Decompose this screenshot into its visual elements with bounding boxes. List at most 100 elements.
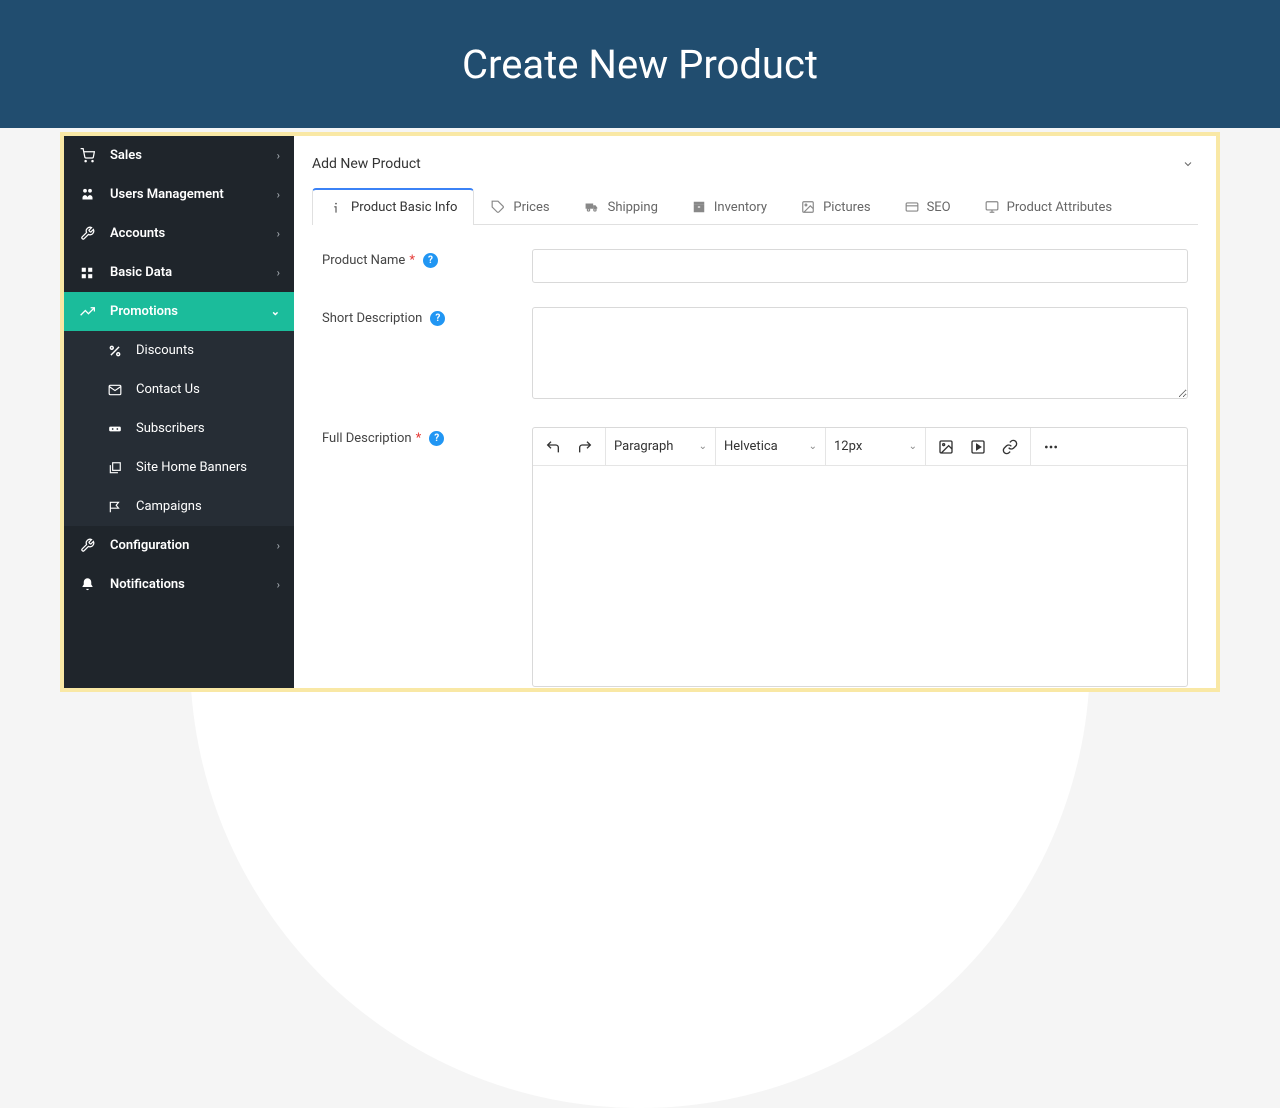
- product-name-input[interactable]: [532, 249, 1188, 283]
- sidebar-item-label: Users Management: [110, 187, 224, 202]
- sidebar-item-label: Sales: [110, 148, 142, 163]
- dots-icon: [106, 422, 124, 436]
- sidebar-item-promotions[interactable]: Promotions ⌄: [64, 292, 294, 331]
- canvas: Sales › Users Management › Accounts ›: [0, 128, 1280, 720]
- sidebar-item-basic-data[interactable]: Basic Data ›: [64, 253, 294, 292]
- slide-title: Create New Product: [462, 41, 818, 88]
- sidebar: Sales › Users Management › Accounts ›: [64, 136, 294, 688]
- short-description-input[interactable]: [532, 307, 1188, 399]
- chevron-right-icon: ›: [277, 227, 280, 240]
- collapse-toggle[interactable]: [1178, 154, 1198, 174]
- sidebar-item-label: Basic Data: [110, 265, 172, 280]
- font-size-select[interactable]: 12px ⌄: [826, 428, 926, 465]
- select-value: Paragraph: [614, 439, 673, 454]
- tabs: Product Basic Info Prices Shipping: [312, 188, 1198, 225]
- image-icon: [801, 200, 815, 214]
- wrench-icon: [78, 538, 96, 553]
- sidebar-item-campaigns[interactable]: Campaigns: [64, 487, 294, 526]
- chevron-down-icon: ⌄: [809, 441, 817, 452]
- rich-text-editor: Paragraph ⌄ Helvetica ⌄ 12px ⌄: [532, 427, 1188, 687]
- chevron-down-icon: ⌄: [271, 305, 280, 318]
- sidebar-item-label: Accounts: [110, 226, 165, 241]
- mail-icon: [106, 383, 124, 397]
- tab-label: Product Basic Info: [351, 200, 457, 215]
- chevron-right-icon: ›: [277, 188, 280, 201]
- label-short-description: Short Description ?: [322, 307, 532, 403]
- select-value: 12px: [834, 439, 862, 454]
- truck-icon: [584, 200, 600, 214]
- label-product-name: Product Name * ?: [322, 249, 532, 283]
- field-product-name: Product Name * ?: [322, 249, 1188, 283]
- tab-label: SEO: [927, 200, 951, 215]
- label-text: Short Description: [322, 311, 422, 326]
- form-body: Product Name * ? Short Description ?: [312, 225, 1198, 688]
- flag-icon: [106, 500, 124, 514]
- label-full-description: Full Description * ?: [322, 427, 532, 687]
- sidebar-item-label: Discounts: [136, 343, 194, 358]
- sidebar-item-label: Site Home Banners: [136, 460, 247, 475]
- rte-toolbar: Paragraph ⌄ Helvetica ⌄ 12px ⌄: [533, 428, 1187, 466]
- block-format-select[interactable]: Paragraph ⌄: [606, 428, 716, 465]
- grid-icon: [78, 266, 96, 280]
- panel-header: Add New Product: [312, 154, 1198, 174]
- chevron-down-icon: ⌄: [699, 441, 707, 452]
- monitor-icon: [985, 200, 999, 214]
- sidebar-item-label: Campaigns: [136, 499, 202, 514]
- select-value: Helvetica: [724, 439, 778, 454]
- tab-prices[interactable]: Prices: [474, 188, 566, 225]
- tag-icon: [491, 200, 505, 214]
- percent-icon: [106, 344, 124, 358]
- sidebar-item-users-management[interactable]: Users Management ›: [64, 175, 294, 214]
- help-icon[interactable]: ?: [430, 311, 445, 326]
- main-content: Add New Product Product Basic Info Pric: [294, 136, 1216, 688]
- sidebar-item-discounts[interactable]: Discounts: [64, 331, 294, 370]
- label-text: Full Description: [322, 431, 412, 446]
- font-family-select[interactable]: Helvetica ⌄: [716, 428, 826, 465]
- chevron-right-icon: ›: [277, 539, 280, 552]
- sidebar-item-accounts[interactable]: Accounts ›: [64, 214, 294, 253]
- layers-icon: [106, 461, 124, 475]
- slide-header: Create New Product: [0, 0, 1280, 128]
- insert-video-button[interactable]: [964, 433, 992, 461]
- wrench-icon: [78, 226, 96, 241]
- tab-product-basic-info[interactable]: Product Basic Info: [312, 188, 474, 225]
- sidebar-item-site-home-banners[interactable]: Site Home Banners: [64, 448, 294, 487]
- undo-button[interactable]: [539, 433, 567, 461]
- tab-label: Pictures: [823, 200, 870, 215]
- tab-label: Inventory: [714, 200, 767, 215]
- tab-product-attributes[interactable]: Product Attributes: [968, 188, 1129, 225]
- insert-image-button[interactable]: [932, 433, 960, 461]
- more-options-button[interactable]: [1037, 433, 1065, 461]
- chevron-right-icon: ›: [277, 578, 280, 591]
- help-icon[interactable]: ?: [423, 253, 438, 268]
- sidebar-item-sales[interactable]: Sales ›: [64, 136, 294, 175]
- tab-label: Prices: [513, 200, 549, 215]
- sidebar-item-configuration[interactable]: Configuration ›: [64, 526, 294, 565]
- tab-inventory[interactable]: Inventory: [675, 188, 784, 225]
- insert-link-button[interactable]: [996, 433, 1024, 461]
- redo-button[interactable]: [571, 433, 599, 461]
- tab-pictures[interactable]: Pictures: [784, 188, 887, 225]
- sidebar-item-label: Configuration: [110, 538, 189, 553]
- sidebar-submenu-promotions: Discounts Contact Us Subscribers: [64, 331, 294, 526]
- sidebar-item-subscribers[interactable]: Subscribers: [64, 409, 294, 448]
- full-description-editor[interactable]: [533, 466, 1187, 686]
- tab-seo[interactable]: SEO: [888, 188, 968, 225]
- chevron-right-icon: ›: [277, 149, 280, 162]
- required-mark: *: [409, 253, 415, 268]
- required-mark: *: [416, 431, 422, 446]
- tab-label: Product Attributes: [1007, 200, 1112, 215]
- sidebar-item-notifications[interactable]: Notifications ›: [64, 565, 294, 604]
- card-icon: [905, 200, 919, 214]
- users-icon: [78, 187, 96, 202]
- trend-icon: [78, 304, 96, 319]
- sidebar-item-contact-us[interactable]: Contact Us: [64, 370, 294, 409]
- help-icon[interactable]: ?: [429, 431, 444, 446]
- sidebar-item-label: Promotions: [110, 304, 178, 319]
- sidebar-item-label: Contact Us: [136, 382, 200, 397]
- box-icon: [692, 200, 706, 214]
- label-text: Product Name: [322, 253, 405, 268]
- tab-shipping[interactable]: Shipping: [567, 188, 675, 225]
- sidebar-item-label: Notifications: [110, 577, 185, 592]
- field-full-description: Full Description * ?: [322, 427, 1188, 687]
